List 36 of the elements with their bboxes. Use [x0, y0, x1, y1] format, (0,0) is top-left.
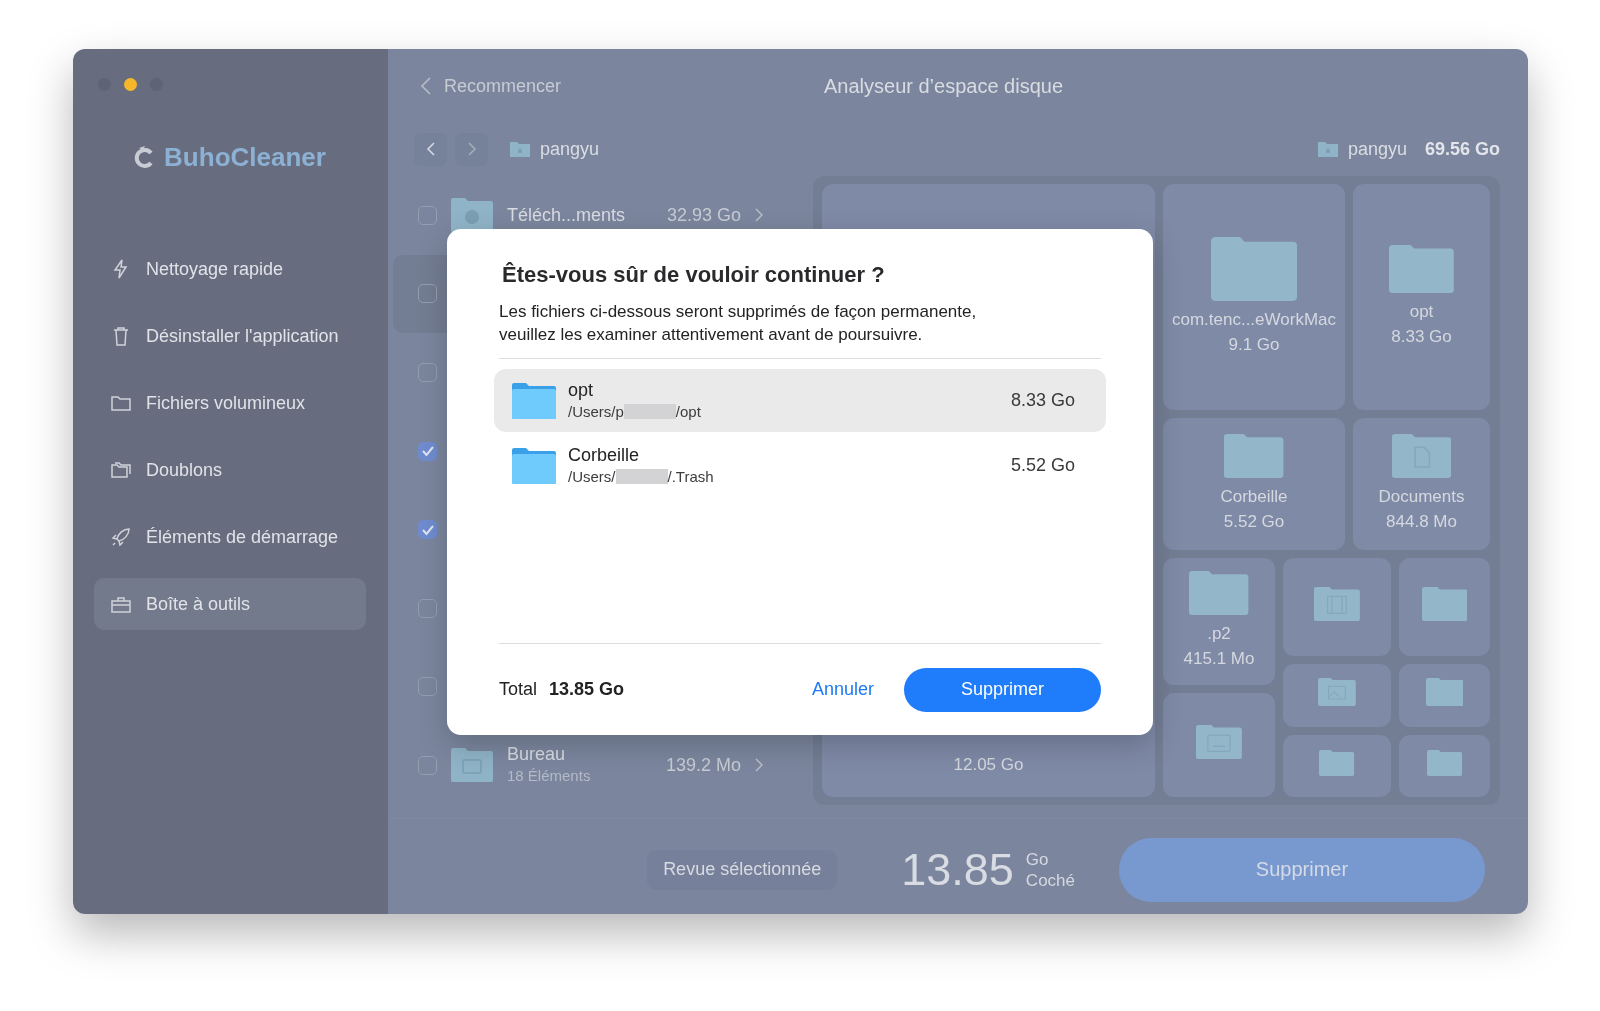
tile-size: 844.8 Mo: [1386, 511, 1457, 533]
window-title: Analyseur d’espace disque: [824, 74, 1064, 98]
tile-size: 8.33 Go: [1391, 326, 1452, 349]
folder-name: pangyu: [1347, 138, 1407, 160]
checked-label: Coché: [1025, 869, 1075, 891]
folder-name: Bureau: [507, 743, 567, 766]
total-label: Total: [499, 679, 538, 700]
unit-label: Go: [1025, 848, 1050, 870]
file-size: 5.52 Go: [1010, 455, 1075, 476]
folder-size: 32.93 Go: [665, 204, 741, 226]
item-count: 18 Éléments: [507, 766, 592, 787]
file-path: /.Trash: [667, 466, 714, 487]
total-value: 13.85 Go: [549, 679, 625, 700]
tile-size: 12.05 Go: [953, 753, 1024, 776]
tile-size: 9.1 Go: [1228, 334, 1280, 357]
tile-name: Documents: [1378, 486, 1465, 508]
tile-name: opt: [1409, 301, 1434, 324]
file-size: 8.33 Go: [1010, 390, 1075, 411]
dialog-title: Êtes-vous sûr de vouloir continuer ?: [501, 262, 885, 288]
file-path: /Users/: [568, 466, 616, 487]
tile-name: Corbeille: [1220, 486, 1288, 508]
folder-size: 139.2 Mo: [664, 754, 741, 776]
tile-name: .p2: [1207, 623, 1231, 646]
folder-size: 69.56 Go: [1424, 138, 1500, 160]
file-name: Corbeille: [568, 444, 640, 466]
file-path: /opt: [675, 401, 701, 422]
file-name: opt: [568, 379, 594, 401]
tile-size: 5.52 Go: [1223, 511, 1285, 533]
folder-name: Téléch...ments: [507, 204, 627, 227]
folder-path: pangyu: [540, 138, 600, 160]
file-path: /Users/p: [568, 401, 624, 422]
dialog-message: Les fichiers ci-dessous seront supprimés de façon permanente, veuillez les examiner attentivement avant de poursuivre.: [499, 301, 977, 346]
tile-name: com.tenc...eWorkMac: [1171, 309, 1337, 332]
checked-total: 13.85: [901, 843, 1014, 896]
app-logo: BuhoCleaner: [164, 141, 326, 173]
tile-size: 415.1 Mo: [1183, 648, 1255, 671]
